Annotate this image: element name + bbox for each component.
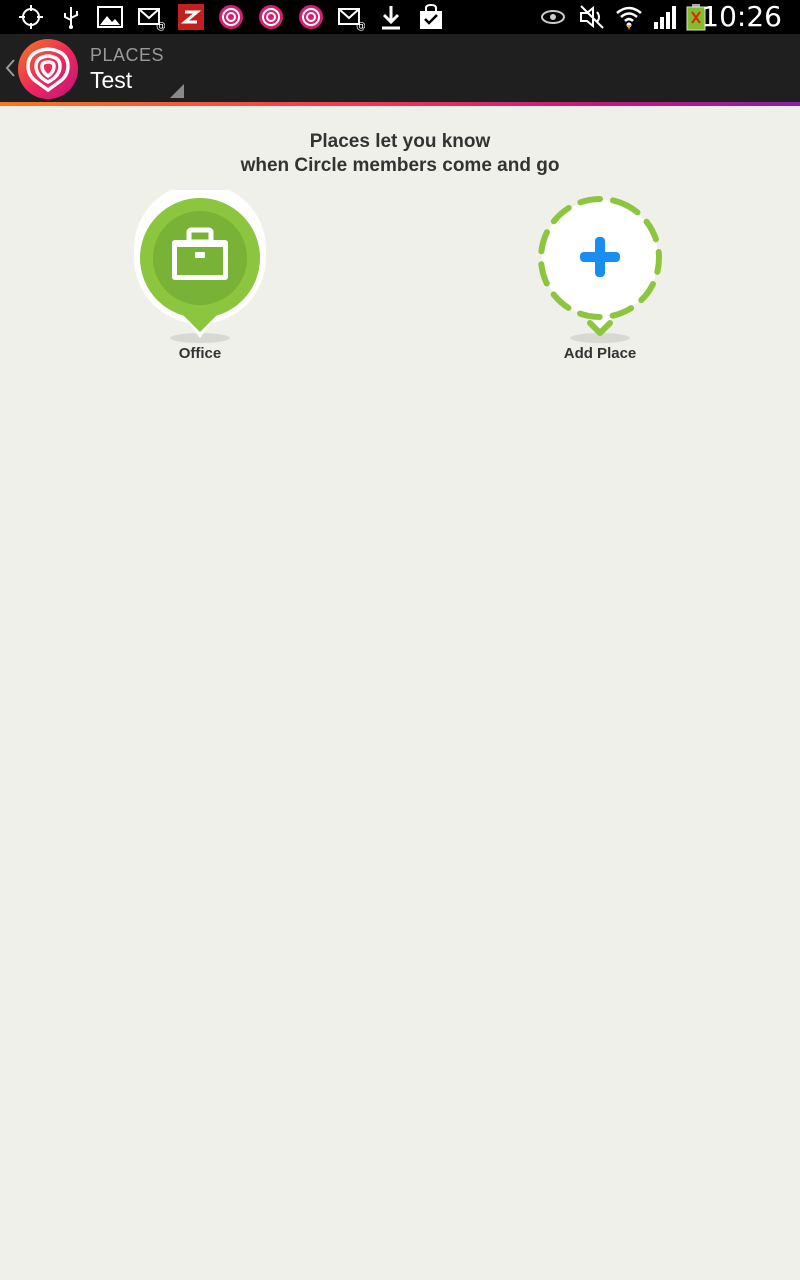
life360-icon <box>257 3 285 31</box>
add-place-button[interactable]: Add Place <box>520 190 680 380</box>
place-label: Office <box>178 345 222 362</box>
shopping-bag-icon <box>417 3 445 31</box>
life360-icon <box>297 3 325 31</box>
add-place-pin-icon <box>538 196 662 343</box>
place-label: Add Place <box>563 345 637 362</box>
section-title: PLACES <box>90 45 165 65</box>
usb-icon <box>57 3 85 31</box>
heading-line-1: Places let you know <box>309 131 491 152</box>
email-icon: @ <box>337 3 365 31</box>
wifi-icon <box>615 3 643 31</box>
office-pin-icon <box>134 190 266 343</box>
action-bar: PLACES Test <box>0 34 800 102</box>
status-bar: @ @ 10:26 <box>0 0 800 34</box>
life360-icon <box>217 3 245 31</box>
signal-icon <box>652 3 680 31</box>
mute-icon <box>578 3 606 31</box>
life360-logo-icon[interactable] <box>17 38 79 100</box>
circle-switcher[interactable]: PLACES Test <box>90 44 164 94</box>
email-icon: @ <box>137 3 165 31</box>
heading-line-2: when Circle members come and go <box>240 155 560 176</box>
svg-text:@: @ <box>356 21 365 31</box>
app-z-icon <box>177 3 205 31</box>
places-heading: Places let you know when Circle members … <box>0 130 800 178</box>
back-chevron-icon[interactable] <box>3 54 17 82</box>
gallery-icon <box>96 3 124 31</box>
dropdown-corner-icon[interactable] <box>170 84 184 98</box>
circle-name: Test <box>90 67 133 93</box>
svg-text:@: @ <box>156 21 165 31</box>
place-office[interactable]: Office <box>120 190 280 380</box>
eye-icon <box>539 3 567 31</box>
download-icon <box>377 3 405 31</box>
gps-icon <box>17 3 45 31</box>
accent-divider <box>0 102 800 106</box>
status-time: 10:26 <box>701 0 782 33</box>
